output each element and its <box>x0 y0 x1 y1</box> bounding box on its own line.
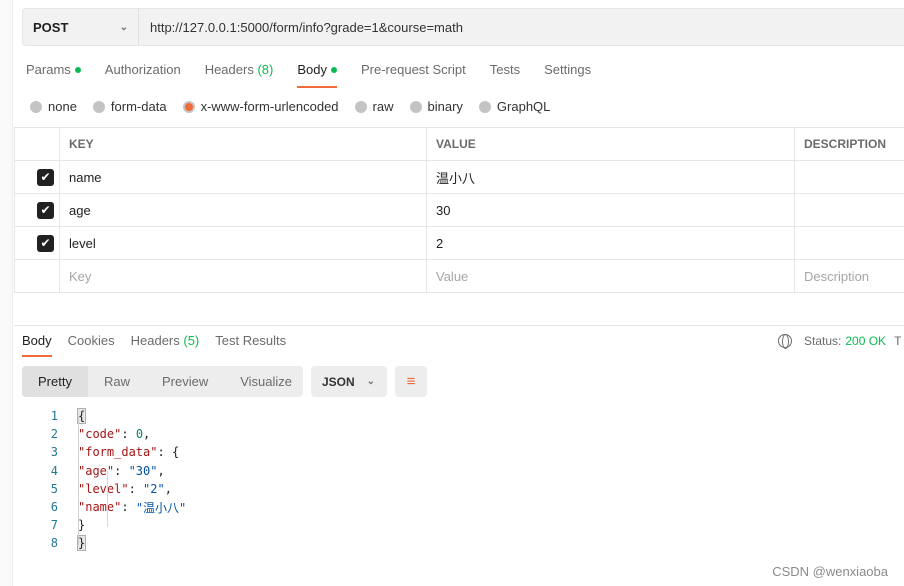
description-cell[interactable] <box>794 193 904 227</box>
radio-icon <box>30 100 42 113</box>
key-cell[interactable]: name <box>59 160 427 194</box>
radio-form-data[interactable]: form-data <box>92 99 167 114</box>
checkbox-checked-icon[interactable]: ✔ <box>37 201 54 219</box>
view-raw[interactable]: Raw <box>88 366 146 397</box>
watermark: CSDN @wenxiaoba <box>772 564 888 579</box>
method-select[interactable]: POST ⌄ <box>23 9 139 45</box>
description-cell[interactable] <box>794 160 904 194</box>
active-dot-icon <box>74 67 81 73</box>
table-row-new: Key Value Description <box>14 259 904 293</box>
radio-icon <box>409 100 422 113</box>
view-preview[interactable]: Preview <box>146 366 224 397</box>
value-cell[interactable]: 30 <box>426 193 795 227</box>
divider <box>14 325 904 326</box>
key-input[interactable]: Key <box>59 259 427 293</box>
column-value: VALUE <box>426 127 795 161</box>
description-cell[interactable] <box>794 226 904 260</box>
tab-settings[interactable]: Settings <box>544 62 591 88</box>
form-params-table: KEY VALUE DESCRIPTION ✔ name 温小八 ✔ age 3… <box>14 127 904 293</box>
response-tabs: Body Cookies Headers (5) Test Results <box>22 333 302 357</box>
radio-graphql[interactable]: GraphQL <box>478 99 550 114</box>
key-cell[interactable]: age <box>59 193 427 227</box>
chevron-down-icon: ⌄ <box>366 376 375 387</box>
radio-none[interactable]: none <box>30 99 77 114</box>
request-bar: POST ⌄ http://127.0.0.1:5000/form/info?gr… <box>22 8 904 46</box>
radio-icon <box>478 100 491 113</box>
radio-selected-icon <box>182 100 195 113</box>
value-cell[interactable]: 2 <box>426 226 795 260</box>
radio-icon <box>92 100 105 113</box>
tab-headers[interactable]: Headers (8) <box>205 62 274 88</box>
table-row: ✔ level 2 <box>14 226 904 260</box>
tab-authorization[interactable]: Authorization <box>105 62 181 88</box>
description-input[interactable]: Description <box>794 259 904 293</box>
radio-icon <box>354 100 367 113</box>
radio-raw[interactable]: raw <box>354 99 394 114</box>
globe-icon[interactable] <box>778 334 792 349</box>
radio-binary[interactable]: binary <box>409 99 463 114</box>
body-type-radios: none form-data x-www-form-urlencoded raw… <box>30 99 566 114</box>
tab-tests[interactable]: Tests <box>490 62 520 88</box>
chevron-down-icon: ⌄ <box>119 21 128 33</box>
key-cell[interactable]: level <box>59 226 427 260</box>
value-input[interactable]: Value <box>426 259 795 293</box>
indent-guide <box>107 471 108 527</box>
tab-pre-request-script[interactable]: Pre-request Script <box>361 62 466 88</box>
method-label: POST <box>33 19 69 35</box>
table-header: KEY VALUE DESCRIPTION <box>14 127 904 161</box>
checkbox-checked-icon[interactable]: ✔ <box>37 234 54 252</box>
format-select[interactable]: JSON ⌄ <box>311 366 387 397</box>
view-mode-tabs: Pretty Raw Preview Visualize <box>22 366 303 397</box>
indent-guide <box>78 417 79 545</box>
left-sidebar-strip <box>0 0 13 586</box>
column-description: DESCRIPTION <box>794 127 904 161</box>
active-dot-icon <box>330 67 337 73</box>
response-code: 1{ 2 "code": 0, 3 "form_data": { 4 "age"… <box>50 408 187 552</box>
url-input[interactable]: http://127.0.0.1:5000/form/info?grade=1&… <box>139 20 463 35</box>
truncated-text: T <box>894 334 902 348</box>
tab-body[interactable]: Body <box>297 62 337 88</box>
tab-test-results[interactable]: Test Results <box>215 333 286 357</box>
headers-count: (8) <box>257 62 274 77</box>
status-badge: 200 OK <box>845 334 887 348</box>
response-status: Status: 200 OK T <box>778 334 902 349</box>
wrap-lines-icon[interactable]: ≡ <box>395 366 427 397</box>
radio-x-www-form-urlencoded[interactable]: x-www-form-urlencoded <box>182 99 339 114</box>
checkbox-checked-icon[interactable]: ✔ <box>37 168 54 186</box>
table-row: ✔ age 30 <box>14 193 904 227</box>
tab-cookies[interactable]: Cookies <box>68 333 115 357</box>
value-cell[interactable]: 温小八 <box>426 160 795 194</box>
headers-count: (5) <box>183 333 200 348</box>
column-key: KEY <box>59 127 427 161</box>
request-tabs: Params Authorization Headers (8) Body Pr… <box>26 62 615 88</box>
view-visualize[interactable]: Visualize <box>224 366 308 397</box>
tab-params[interactable]: Params <box>26 62 81 88</box>
tab-response-headers[interactable]: Headers (5) <box>131 333 200 357</box>
table-row: ✔ name 温小八 <box>14 160 904 194</box>
view-pretty[interactable]: Pretty <box>22 366 88 397</box>
tab-response-body[interactable]: Body <box>22 333 52 357</box>
